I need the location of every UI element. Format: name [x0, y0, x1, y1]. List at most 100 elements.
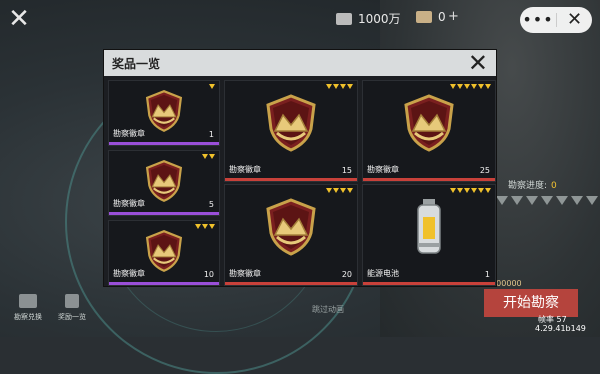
rarity-stars — [450, 188, 491, 193]
close-icon[interactable]: ✕ — [6, 6, 32, 32]
progress-marker — [586, 196, 598, 205]
prize-quantity: 1 — [208, 130, 214, 139]
star-icon — [347, 84, 353, 89]
prize-card[interactable]: 能源电池 1 — [362, 184, 496, 286]
star-icon — [195, 224, 201, 229]
prize-card[interactable]: 勘察徽章 10 — [108, 220, 220, 286]
badge-icon — [399, 93, 459, 157]
prize-quantity: 25 — [479, 166, 490, 175]
star-icon — [326, 188, 332, 193]
prize-card[interactable]: 勘察徽章 15 — [224, 80, 358, 182]
star-icon — [347, 188, 353, 193]
exchange-label: 勘察兑换 — [14, 313, 42, 321]
progress-marker — [526, 196, 538, 205]
prize-quantity: 1 — [484, 270, 490, 279]
progress-marker — [496, 196, 508, 205]
star-icon — [478, 188, 484, 193]
rewards-list-button[interactable]: 奖励一览 — [58, 294, 86, 322]
rarity-bar — [225, 282, 357, 285]
more-icon[interactable]: ••• — [520, 7, 556, 33]
currency-ticket-value: 0 — [438, 10, 446, 24]
badge-icon — [142, 229, 186, 277]
star-icon — [478, 84, 484, 89]
badge-icon — [261, 93, 321, 157]
progress-markers — [496, 196, 598, 205]
progress-marker — [541, 196, 553, 205]
prize-list-dialog: 奖品一览 ✕ 勘察徽章 1 勘察徽章 5 勘察徽章 10 勘察徽章 15 勘察徽章 20 … — [104, 50, 496, 286]
prize-name: 勘察徽章 — [229, 269, 261, 278]
star-icon — [457, 188, 463, 193]
star-icon — [471, 188, 477, 193]
rarity-bar — [363, 178, 495, 181]
rarity-bar — [109, 282, 219, 285]
prize-name: 勘察徽章 — [229, 165, 261, 174]
rarity-stars — [202, 154, 215, 159]
dialog-close-icon[interactable]: ✕ — [468, 51, 488, 75]
star-icon — [457, 84, 463, 89]
star-icon — [340, 188, 346, 193]
progress-marker — [511, 196, 523, 205]
rarity-bar — [109, 142, 219, 145]
star-icon — [464, 84, 470, 89]
badge-icon — [142, 159, 186, 207]
rarity-bar — [109, 212, 219, 215]
progress-value: 0 — [551, 181, 557, 191]
exchange-icon — [19, 294, 37, 308]
star-icon — [326, 84, 332, 89]
progress-label: 勘察进度: 0 — [508, 178, 557, 191]
star-icon — [209, 224, 215, 229]
star-icon — [450, 188, 456, 193]
currency-silver-value: 1000万 — [358, 12, 401, 26]
progress-marker — [556, 196, 568, 205]
star-icon — [485, 84, 491, 89]
star-icon — [340, 84, 346, 89]
star-icon — [464, 188, 470, 193]
star-icon — [209, 154, 215, 159]
prize-quantity: 15 — [341, 166, 352, 175]
prize-name: 能源电池 — [367, 269, 399, 278]
prize-quantity: 20 — [341, 270, 352, 279]
star-icon — [209, 84, 215, 89]
exchange-button[interactable]: 勘察兑换 — [14, 294, 42, 322]
rarity-stars — [326, 84, 353, 89]
rarity-bar — [363, 282, 495, 285]
currency-silver: 1000万 — [336, 10, 401, 27]
prize-name: 勘察徽章 — [113, 129, 145, 138]
dialog-header: 奖品一览 ✕ — [104, 50, 496, 76]
prize-card[interactable]: 勘察徽章 5 — [108, 150, 220, 216]
start-survey-button[interactable]: 开始勘察 — [484, 289, 578, 317]
prize-card[interactable]: 勘察徽章 25 — [362, 80, 496, 182]
currency-ticket: 0 — [416, 10, 446, 24]
miniapp-capsule: ••• ✕ — [520, 7, 592, 33]
ticket-icon — [416, 11, 432, 23]
badge-icon — [261, 197, 321, 261]
gift-icon — [65, 294, 79, 308]
capsule-close-icon[interactable]: ✕ — [557, 7, 592, 33]
rarity-stars — [450, 84, 491, 89]
rarity-bar — [225, 178, 357, 181]
prize-quantity: 10 — [203, 270, 214, 279]
silver-bar-icon — [336, 12, 352, 25]
prize-name: 勘察徽章 — [113, 199, 145, 208]
rewards-label: 奖励一览 — [58, 313, 86, 321]
badge-icon — [142, 89, 186, 137]
prize-card[interactable]: 勘察徽章 1 — [108, 80, 220, 146]
progress-label-text: 勘察进度: — [508, 181, 548, 191]
star-icon — [333, 188, 339, 193]
star-icon — [450, 84, 456, 89]
version-label: 4.29.41b149 — [535, 324, 586, 333]
prize-quantity: 5 — [208, 200, 214, 209]
star-icon — [471, 84, 477, 89]
prize-name: 勘察徽章 — [113, 269, 145, 278]
dialog-title: 奖品一览 — [112, 56, 161, 71]
star-icon — [202, 224, 208, 229]
skip-animation-toggle[interactable]: 跳过动画 — [312, 304, 344, 315]
rarity-stars — [326, 188, 353, 193]
add-currency-button[interactable]: + — [448, 9, 459, 24]
progress-marker — [571, 196, 583, 205]
rarity-stars — [209, 84, 215, 89]
prize-card[interactable]: 勘察徽章 20 — [224, 184, 358, 286]
star-icon — [202, 154, 208, 159]
prize-name: 勘察徽章 — [367, 165, 399, 174]
battery-icon — [413, 197, 446, 261]
